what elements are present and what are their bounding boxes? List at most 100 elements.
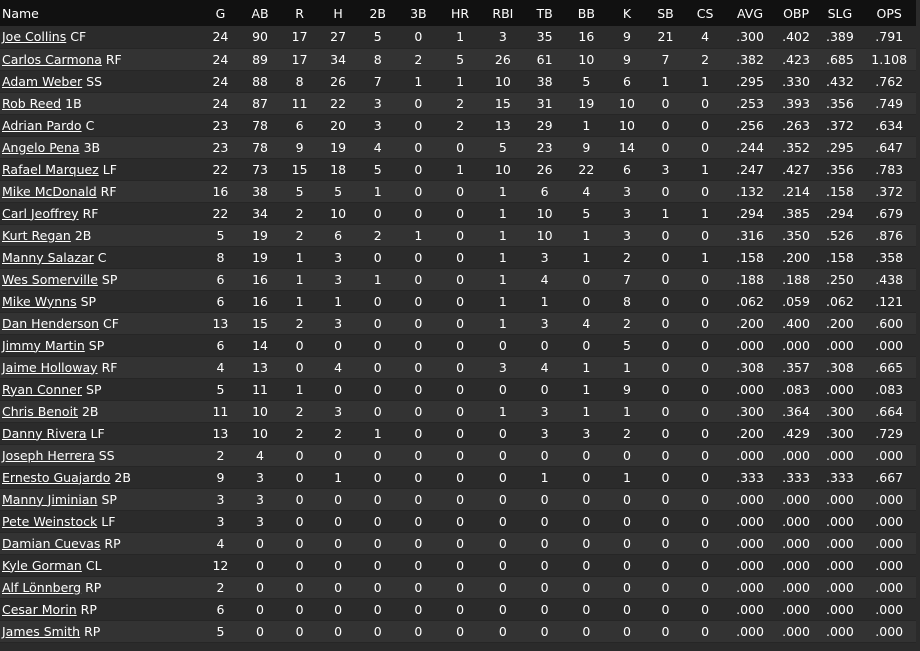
stat-cell-3b: 0 [398,114,439,137]
column-header-hr[interactable]: HR [439,0,482,26]
table-row: Jaime Holloway RF 4 13 0 4 0 0 0 3 4 1 1 0 0.308.357.3… [0,356,916,379]
player-link[interactable]: Danny Rivera [2,426,87,441]
stat-cell-slg: .685 [817,48,863,71]
player-link[interactable]: Kurt Regan [2,228,71,243]
player-link[interactable]: Kyle Gorman [2,558,82,573]
stat-cell-bb: 0 [564,290,608,313]
stat-cell-k: 9 [607,26,647,49]
player-link[interactable]: Chris Benoit [2,404,78,419]
stat-cell-r: 0 [280,576,319,599]
stat-cell-sb: 3 [646,158,685,181]
stat-cell-ops: .000 [862,554,916,577]
stat-cell-h: 19 [318,136,358,159]
stat-cell-g: 3 [201,510,240,533]
column-header-ab[interactable]: AB [240,0,281,26]
stat-cell-cs: 0 [684,290,726,313]
stat-cell-r: 5 [280,180,319,203]
player-link[interactable]: Ernesto Guajardo [2,470,110,485]
player-link[interactable]: Carl Jeoffrey [2,206,79,221]
stat-cell-3b: 0 [398,92,439,115]
column-header-bb[interactable]: BB [565,0,608,26]
column-header-sb[interactable]: SB [646,0,685,26]
player-link[interactable]: James Smith [2,624,80,639]
column-header-3b[interactable]: 3B [398,0,439,26]
column-header-k[interactable]: K [608,0,647,26]
stat-cell-obp: .000 [774,620,818,643]
player-name-cell: Danny Rivera LF [0,422,202,445]
column-header-2b[interactable]: 2B [357,0,398,26]
table-row: Ryan Conner SP 5 11 1 0 0 0 0 0 0 1 9 0 0.000.083.000.… [0,378,916,401]
player-link[interactable]: Jimmy Martin [2,338,85,353]
player-link[interactable]: Pete Weinstock [2,514,97,529]
column-header-ops[interactable]: OPS [862,0,916,26]
column-header-h[interactable]: H [319,0,358,26]
stat-cell-obp: .330 [774,70,818,93]
player-link[interactable]: Adam Weber [2,74,82,89]
stat-cell-obp: .350 [774,224,818,247]
stat-cell-avg: .244 [725,136,775,159]
player-link[interactable]: Wes Somerville [2,272,98,287]
stat-cell-slg: .200 [817,312,863,335]
player-link[interactable]: Rafael Marquez [2,162,99,177]
player-link[interactable]: Dan Henderson [2,316,99,331]
stat-cell-h: 10 [318,202,358,225]
stat-cell-tb: 4 [524,356,565,379]
stat-cell-hr: 0 [438,268,482,291]
stat-cell-2b: 0 [357,356,399,379]
stat-cell-obp: .214 [774,180,818,203]
player-link[interactable]: Joseph Herrera [2,448,95,463]
stat-cell-cs: 0 [684,620,726,643]
column-header-obp[interactable]: OBP [775,0,818,26]
stat-cell-3b: 0 [398,598,439,621]
column-header-slg[interactable]: SLG [817,0,862,26]
column-header-avg[interactable]: AVG [725,0,774,26]
stat-cell-3b: 0 [398,268,439,291]
column-header-name[interactable]: Name [0,0,201,26]
player-link[interactable]: Ryan Conner [2,382,82,397]
player-link[interactable]: Mike McDonald [2,184,97,199]
stat-cell-3b: 0 [398,466,439,489]
stat-cell-bb: 16 [564,26,608,49]
stat-cell-g: 22 [201,202,240,225]
stat-cell-rbi: 0 [481,378,525,401]
player-position: 2B [114,469,131,485]
player-link[interactable]: Joe Collins [2,29,66,44]
column-header-rbi[interactable]: RBI [481,0,524,26]
player-link[interactable]: Jaime Holloway [2,360,98,375]
player-link[interactable]: Mike Wynns [2,294,77,309]
stat-cell-rbi: 0 [481,510,525,533]
player-link[interactable]: Cesar Morin [2,602,77,617]
stat-cell-bb: 0 [564,510,608,533]
stat-cell-sb: 0 [646,356,685,379]
column-header-g[interactable]: G [201,0,240,26]
table-row: Kyle Gorman CL 12 0 0 0 0 0 0 0 0 0 0 0 0.000.000.000.… [0,554,916,577]
stat-cell-hr: 0 [438,136,482,159]
stat-cell-ab: 11 [239,378,281,401]
stat-cell-slg: .158 [817,180,863,203]
player-link[interactable]: Adrian Pardo [2,118,82,133]
stat-cell-ops: .000 [862,444,916,467]
player-name-cell: Jaime Holloway RF [0,356,202,379]
player-link[interactable]: Manny Salazar [2,250,94,265]
stat-cell-slg: .000 [817,598,863,621]
player-link[interactable]: Angelo Pena [2,140,80,155]
stat-cell-sb: 21 [646,26,685,49]
column-header-tb[interactable]: TB [524,0,565,26]
player-link[interactable]: Alf Lönnberg [2,580,81,595]
stat-cell-hr: 0 [438,334,482,357]
stat-cell-r: 17 [280,26,319,49]
stat-cell-3b: 0 [398,312,439,335]
player-link[interactable]: Manny Jiminian [2,492,97,507]
stat-cell-ab: 73 [239,158,281,181]
stat-cell-bb: 5 [564,70,608,93]
column-header-r[interactable]: R [280,0,319,26]
stat-cell-2b: 0 [357,334,399,357]
stat-cell-hr: 0 [438,466,482,489]
player-link[interactable]: Carlos Carmona [2,52,102,67]
player-position: SP [86,381,102,397]
column-header-cs[interactable]: CS [685,0,726,26]
player-link[interactable]: Rob Reed [2,96,61,111]
stat-cell-2b: 1 [357,268,399,291]
stat-cell-k: 0 [607,576,647,599]
player-link[interactable]: Damian Cuevas [2,536,100,551]
